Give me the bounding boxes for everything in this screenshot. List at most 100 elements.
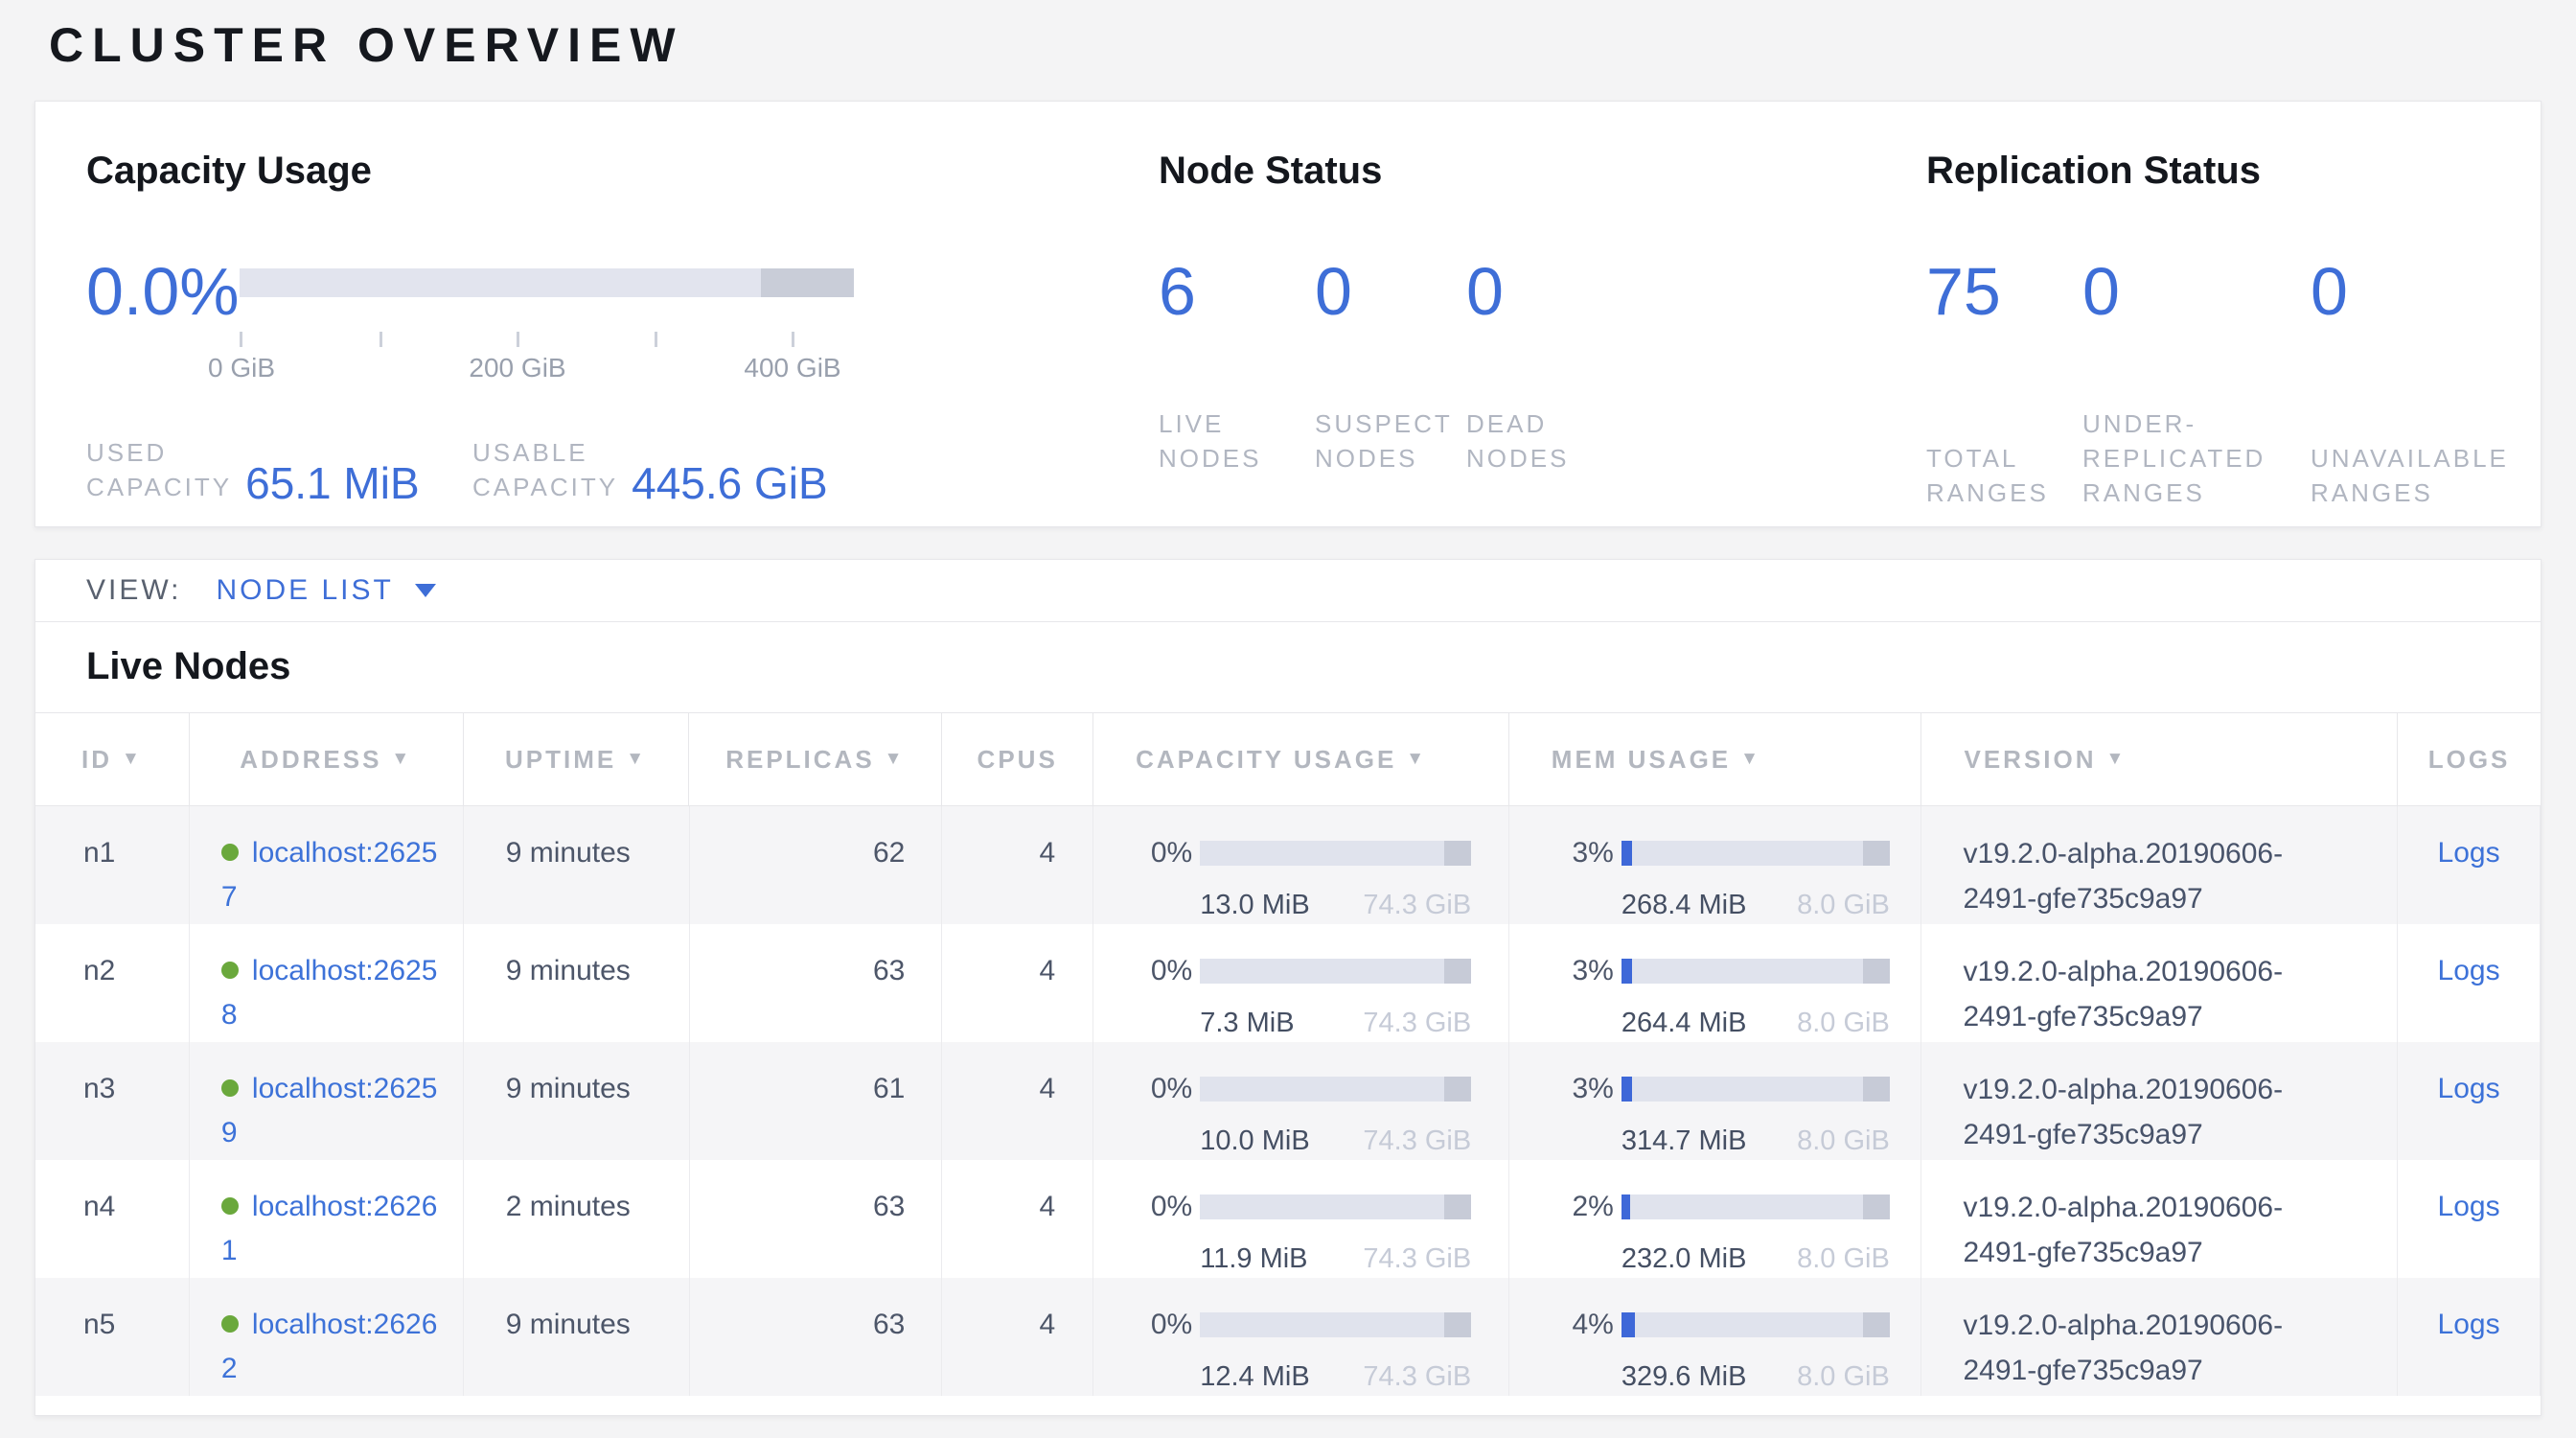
- column-header-id[interactable]: ID▼: [35, 713, 190, 805]
- node-replicas-cell: 61: [690, 1042, 943, 1160]
- column-header-version[interactable]: VERSION▼: [1921, 713, 2398, 805]
- capacity-bar-reserved-segment: [1444, 1077, 1471, 1102]
- memory-usage-bar: [1622, 1312, 1890, 1337]
- column-header-cpus: CPUS: [942, 713, 1093, 805]
- node-uptime-cell: 9 minutes: [464, 806, 690, 924]
- usable-capacity-label: USABLE: [472, 435, 618, 470]
- capacity-bar-reserved-segment: [1444, 841, 1471, 866]
- node-address-link[interactable]: localhost:26258: [221, 955, 437, 1031]
- memory-usage-bar: [1622, 959, 1890, 984]
- memory-percent-label: 3%: [1509, 1067, 1614, 1111]
- column-header-capacity[interactable]: CAPACITY USAGE▼: [1093, 713, 1509, 805]
- live-nodes-count: 6: [1159, 257, 1315, 326]
- capacity-percent-label: 0%: [1093, 831, 1192, 875]
- unavailable-count: 0: [2311, 257, 2348, 326]
- node-id-cell: n2: [35, 924, 190, 1042]
- view-selector-dropdown[interactable]: NODE LIST: [216, 574, 435, 607]
- capacity-used-value: 10.0 MiB: [1200, 1119, 1309, 1160]
- capacity-usage-bar: [1200, 1312, 1471, 1337]
- node-memory-cell: 4% 329.6 MiB 8.0 GiB: [1509, 1278, 1922, 1396]
- column-header-address[interactable]: ADDRESS▼: [190, 713, 464, 805]
- memory-percent-label: 2%: [1509, 1185, 1614, 1229]
- column-header-memory[interactable]: MEM USAGE▼: [1509, 713, 1922, 805]
- axis-label: 200 GiB: [469, 353, 565, 383]
- under-replicated-label: UNDER- REPLICATED RANGES: [2082, 406, 2311, 510]
- node-capacity-cell: 0% 12.4 MiB 74.3 GiB: [1093, 1278, 1509, 1396]
- summary-panel: Capacity Usage 0.0% 0 GiB 200 GiB 4: [34, 101, 2542, 527]
- capacity-bar: [240, 257, 854, 326]
- live-nodes-table: ID▼ ADDRESS▼ UPTIME▼ REPLICAS▼ CPUS CAPA…: [35, 712, 2541, 1416]
- logs-link[interactable]: Logs: [2438, 1073, 2500, 1104]
- logs-link[interactable]: Logs: [2438, 1191, 2500, 1222]
- logs-link[interactable]: Logs: [2438, 837, 2500, 869]
- node-live-status-icon: [221, 844, 239, 861]
- capacity-total-value: 74.3 GiB: [1363, 1237, 1471, 1278]
- capacity-bar-reserved-segment: [761, 268, 854, 297]
- node-live-status-icon: [221, 962, 239, 979]
- capacity-usage-bar: [1200, 1194, 1471, 1219]
- usable-capacity-stat: USABLE CAPACITY 445.6 GiB: [472, 435, 828, 504]
- live-nodes-title: Live Nodes: [86, 645, 2541, 691]
- node-address-link[interactable]: localhost:26261: [221, 1191, 437, 1266]
- node-uptime-cell: 9 minutes: [464, 1278, 690, 1396]
- capacity-total-value: 74.3 GiB: [1363, 1355, 1471, 1396]
- node-memory-cell: 2% 232.0 MiB 8.0 GiB: [1509, 1160, 1922, 1278]
- replication-status-title: Replication Status: [1926, 150, 2541, 194]
- node-version-cell: v19.2.0-alpha.20190606-2491-gfe735c9a97: [1921, 1278, 2398, 1396]
- node-logs-cell: Logs: [2398, 1160, 2541, 1278]
- memory-usage-bar: [1622, 1077, 1890, 1102]
- node-capacity-cell: 0% 7.3 MiB 74.3 GiB: [1093, 924, 1509, 1042]
- node-uptime-cell: 9 minutes: [464, 924, 690, 1042]
- under-replicated-count: 0: [2082, 257, 2311, 326]
- dead-nodes-label: DEAD NODES: [1466, 406, 1569, 475]
- node-live-status-icon: [221, 1315, 239, 1333]
- table-row-partial: [35, 1396, 2541, 1416]
- node-address-cell: localhost:26261: [190, 1160, 464, 1278]
- node-address-link[interactable]: localhost:26259: [221, 1073, 437, 1148]
- node-address-cell: localhost:26259: [190, 1042, 464, 1160]
- node-address-link[interactable]: localhost:26257: [221, 837, 437, 913]
- total-ranges-count: 75: [1926, 257, 2082, 326]
- usable-capacity-label: CAPACITY: [472, 470, 618, 504]
- memory-bar-reserved-segment: [1863, 1312, 1890, 1337]
- sort-arrow-icon: ▼: [2106, 749, 2128, 770]
- table-row: n5 localhost:26262 9 minutes 63 4 0% 12.…: [35, 1278, 2541, 1396]
- memory-bar-reserved-segment: [1863, 1077, 1890, 1102]
- memory-total-value: 8.0 GiB: [1797, 1237, 1890, 1278]
- node-version-cell: v19.2.0-alpha.20190606-2491-gfe735c9a97: [1921, 806, 2398, 924]
- column-header-uptime[interactable]: UPTIME▼: [464, 713, 690, 805]
- node-version-cell: v19.2.0-alpha.20190606-2491-gfe735c9a97: [1921, 1160, 2398, 1278]
- memory-total-value: 8.0 GiB: [1797, 883, 1890, 924]
- node-memory-cell: 3% 314.7 MiB 8.0 GiB: [1509, 1042, 1922, 1160]
- used-capacity-stat: USED CAPACITY 65.1 MiB: [86, 435, 472, 504]
- capacity-percent-label: 0%: [1093, 1067, 1192, 1111]
- node-replicas-cell: 63: [690, 924, 943, 1042]
- node-uptime-cell: 9 minutes: [464, 1042, 690, 1160]
- capacity-used-value: 13.0 MiB: [1200, 883, 1309, 924]
- view-selected-value[interactable]: NODE LIST: [216, 574, 393, 607]
- node-id-cell: n3: [35, 1042, 190, 1160]
- logs-link[interactable]: Logs: [2438, 1309, 2500, 1340]
- capacity-used-value: 11.9 MiB: [1200, 1237, 1307, 1278]
- logs-link[interactable]: Logs: [2438, 955, 2500, 986]
- column-header-replicas[interactable]: REPLICAS▼: [689, 713, 942, 805]
- capacity-usage-title: Capacity Usage: [86, 150, 1159, 194]
- table-header-row: ID▼ ADDRESS▼ UPTIME▼ REPLICAS▼ CPUS CAPA…: [35, 712, 2541, 806]
- memory-used-value: 264.4 MiB: [1622, 1001, 1747, 1042]
- node-live-status-icon: [221, 1079, 239, 1097]
- node-memory-cell: 3% 264.4 MiB 8.0 GiB: [1509, 924, 1922, 1042]
- table-body: n1 localhost:26257 9 minutes 62 4 0% 13.…: [35, 806, 2541, 1416]
- view-label: VIEW:: [86, 574, 181, 607]
- node-cpus-cell: 4: [942, 1042, 1093, 1160]
- node-address-cell: localhost:26257: [190, 806, 464, 924]
- cluster-overview-page: CLUSTER OVERVIEW Capacity Usage 0.0%: [0, 0, 2576, 1438]
- axis-label: 0 GiB: [208, 353, 275, 383]
- memory-percent-label: 4%: [1509, 1303, 1614, 1347]
- capacity-percent: 0.0%: [86, 257, 240, 326]
- used-capacity-label: CAPACITY: [86, 470, 232, 504]
- capacity-usage-bar: [1200, 1077, 1471, 1102]
- node-memory-cell: 3% 268.4 MiB 8.0 GiB: [1509, 806, 1922, 924]
- nodes-panel: VIEW: NODE LIST Live Nodes ID▼ ADDRESS▼ …: [34, 559, 2542, 1416]
- memory-total-value: 8.0 GiB: [1797, 1001, 1890, 1042]
- node-address-link[interactable]: localhost:26262: [221, 1309, 437, 1384]
